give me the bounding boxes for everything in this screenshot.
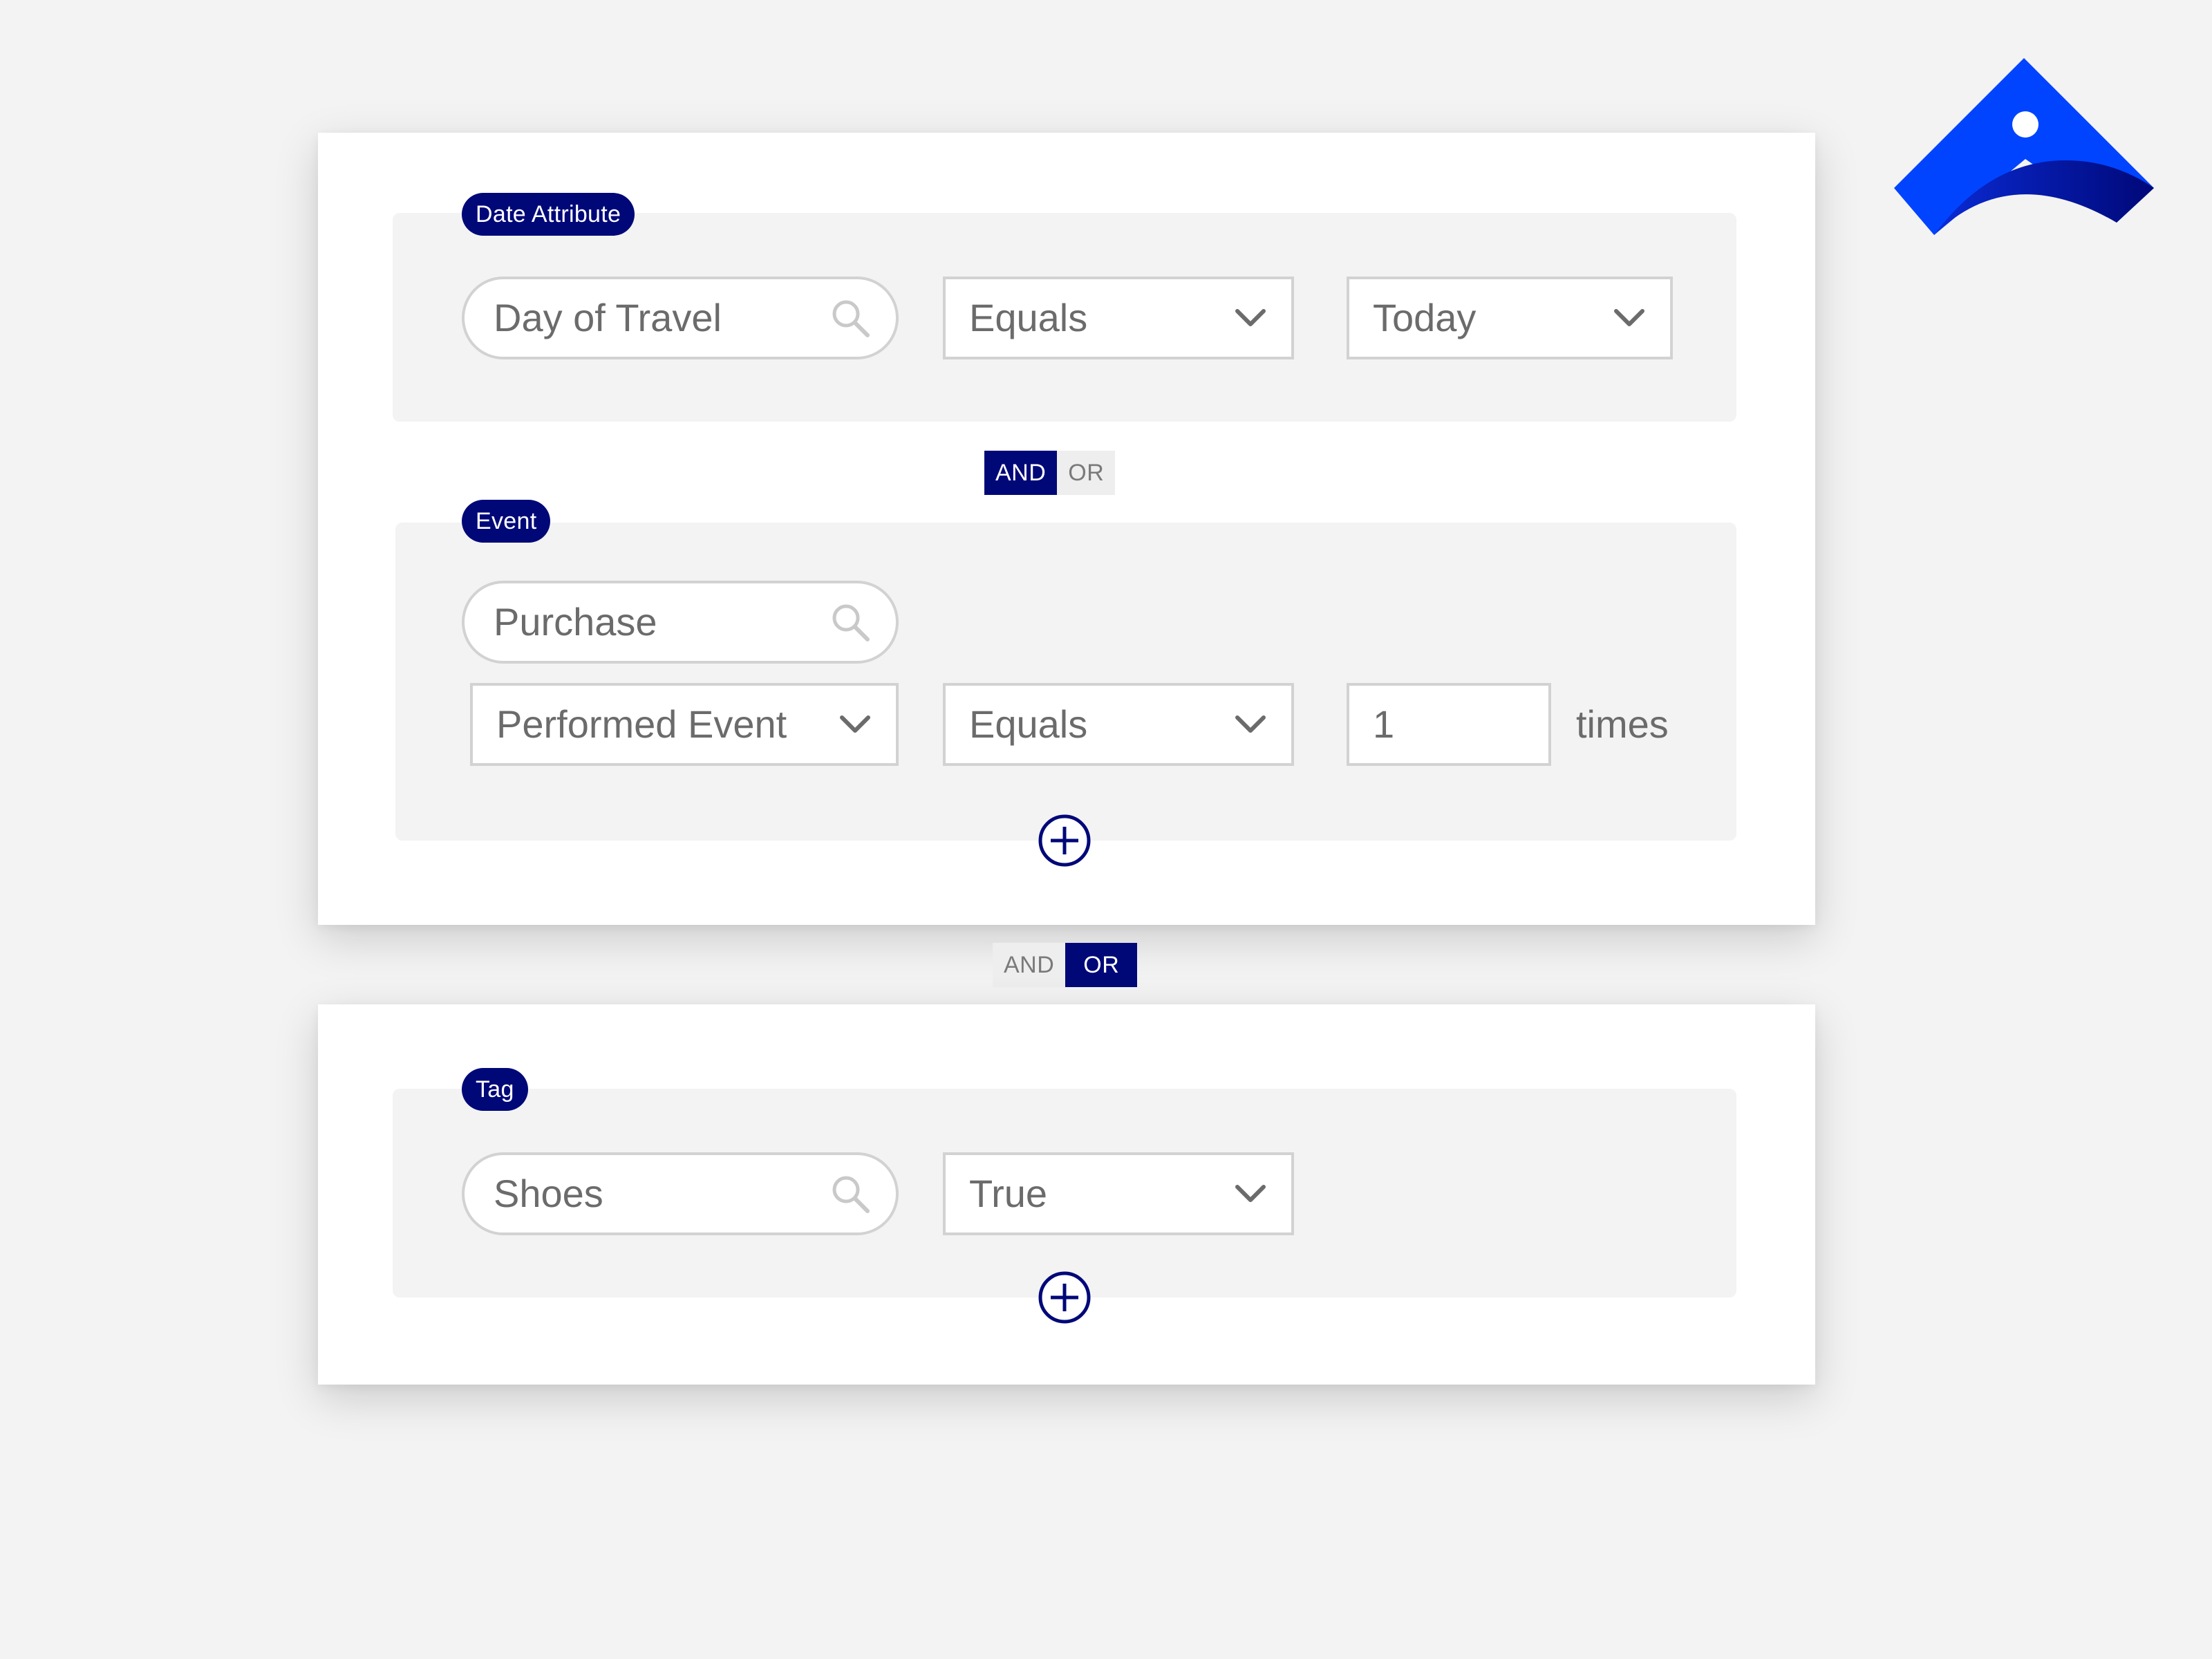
date-attribute-group: Day of Travel Equals Today: [393, 213, 1736, 422]
chevron-down-icon: [1235, 309, 1266, 326]
event-type-select[interactable]: Performed Event: [470, 683, 899, 766]
brand-logo-icon: [1894, 58, 2154, 235]
plus-circle-icon[interactable]: [1037, 813, 1092, 868]
select-value: Performed Event: [496, 702, 787, 746]
event-tag: Event: [462, 500, 551, 543]
search-icon: [832, 1176, 870, 1213]
event-operator-select[interactable]: Equals: [943, 683, 1294, 766]
and-or-toggle-1: AND OR: [984, 451, 1116, 495]
chevron-down-icon: [1614, 309, 1644, 326]
search-input-value: Purchase: [494, 600, 657, 644]
search-icon: [832, 300, 870, 337]
date-attribute-tag: Date Attribute: [462, 193, 635, 236]
tag-search-input[interactable]: Shoes: [462, 1152, 899, 1235]
condition-panel-2: Shoes True Tag: [318, 1004, 1815, 1385]
plus-circle-icon[interactable]: [1037, 1270, 1092, 1325]
condition-panel-1: Day of Travel Equals Today Date Attribut…: [318, 133, 1815, 925]
event-group: [395, 523, 1736, 841]
select-value: Today: [1373, 296, 1477, 339]
toggle-or-option[interactable]: OR: [1065, 943, 1138, 987]
count-value: 1: [1373, 702, 1395, 746]
search-icon: [832, 604, 870, 641]
times-label: times: [1576, 702, 1669, 746]
search-input-value: Day of Travel: [494, 296, 722, 339]
and-or-toggle-2: AND OR: [993, 943, 1138, 987]
chevron-down-icon: [840, 715, 870, 733]
toggle-and-option[interactable]: AND: [984, 451, 1058, 495]
search-input-value: Shoes: [494, 1172, 603, 1215]
chevron-down-icon: [1235, 715, 1266, 733]
date-operator-select[interactable]: Equals: [943, 276, 1294, 359]
chevron-down-icon: [1235, 1185, 1266, 1202]
date-attribute-search-input[interactable]: Day of Travel: [462, 276, 899, 359]
tag-tag: Tag: [462, 1068, 528, 1111]
date-value-select[interactable]: Today: [1347, 276, 1673, 359]
toggle-and-option[interactable]: AND: [993, 943, 1066, 987]
select-value: Equals: [969, 296, 1088, 339]
event-count-input[interactable]: 1: [1347, 683, 1551, 766]
select-value: Equals: [969, 702, 1088, 746]
select-value: True: [969, 1172, 1048, 1215]
toggle-or-option[interactable]: OR: [1057, 451, 1116, 495]
tag-value-select[interactable]: True: [943, 1152, 1294, 1235]
event-search-input[interactable]: Purchase: [462, 581, 899, 664]
